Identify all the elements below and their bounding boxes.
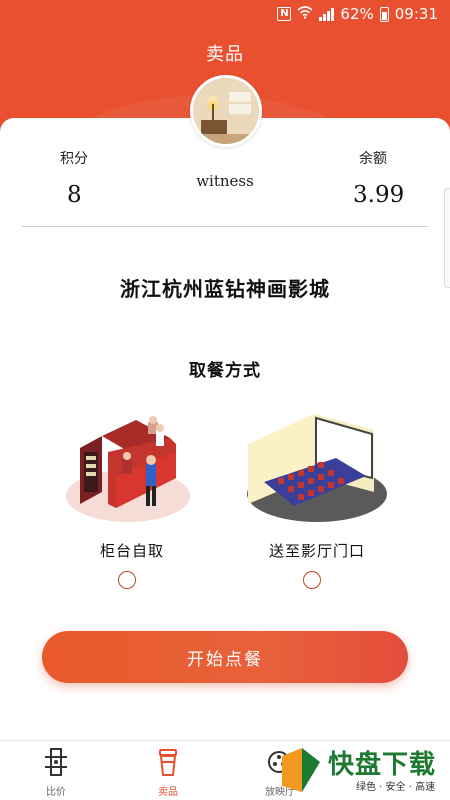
- cinema-name: 浙江杭州蓝钻神画影城: [120, 277, 330, 301]
- deliver-to-hall-illustration[interactable]: [244, 412, 390, 534]
- film-strip-icon: [42, 747, 70, 777]
- balance-value: 3.99: [353, 182, 405, 208]
- points-label: 积分: [60, 151, 88, 167]
- counter-pickup-radio[interactable]: [118, 571, 136, 589]
- battery-percent: 62%: [340, 5, 374, 23]
- start-order-button[interactable]: 开始点餐: [42, 631, 408, 683]
- avatar[interactable]: [190, 75, 262, 147]
- download-logo-icon: [282, 748, 320, 792]
- balance-label: 余额: [359, 151, 387, 167]
- watermark-logo: 快盘下载 绿色 · 安全 · 高速: [272, 742, 450, 798]
- nav-item-compare[interactable]: 比价: [6, 741, 106, 800]
- status-bar: N 62% 09:31: [0, 0, 450, 28]
- page-title: 卖品: [206, 44, 244, 65]
- deliver-to-hall-label[interactable]: 送至影厅门口: [237, 540, 397, 561]
- counter-pickup-illustration[interactable]: [60, 408, 190, 532]
- battery-icon: [379, 6, 389, 22]
- watermark-tagline: 绿色 · 安全 · 高速: [356, 782, 436, 793]
- nav-item-snacks[interactable]: 卖品: [118, 741, 218, 800]
- watermark-brand: 快盘下载: [328, 750, 437, 780]
- clock: 09:31: [394, 5, 438, 23]
- wifi-icon: [297, 5, 313, 23]
- nav-label-snacks: 卖品: [158, 787, 178, 798]
- divider: [22, 226, 428, 227]
- counter-pickup-label[interactable]: 柜台自取: [52, 540, 212, 561]
- drink-cup-icon: [154, 747, 182, 777]
- nfc-icon: N: [277, 7, 292, 21]
- nav-label-compare: 比价: [46, 787, 66, 798]
- pickup-method-title: 取餐方式: [189, 361, 261, 381]
- signal-icon: [319, 7, 335, 21]
- deliver-to-hall-radio[interactable]: [303, 571, 321, 589]
